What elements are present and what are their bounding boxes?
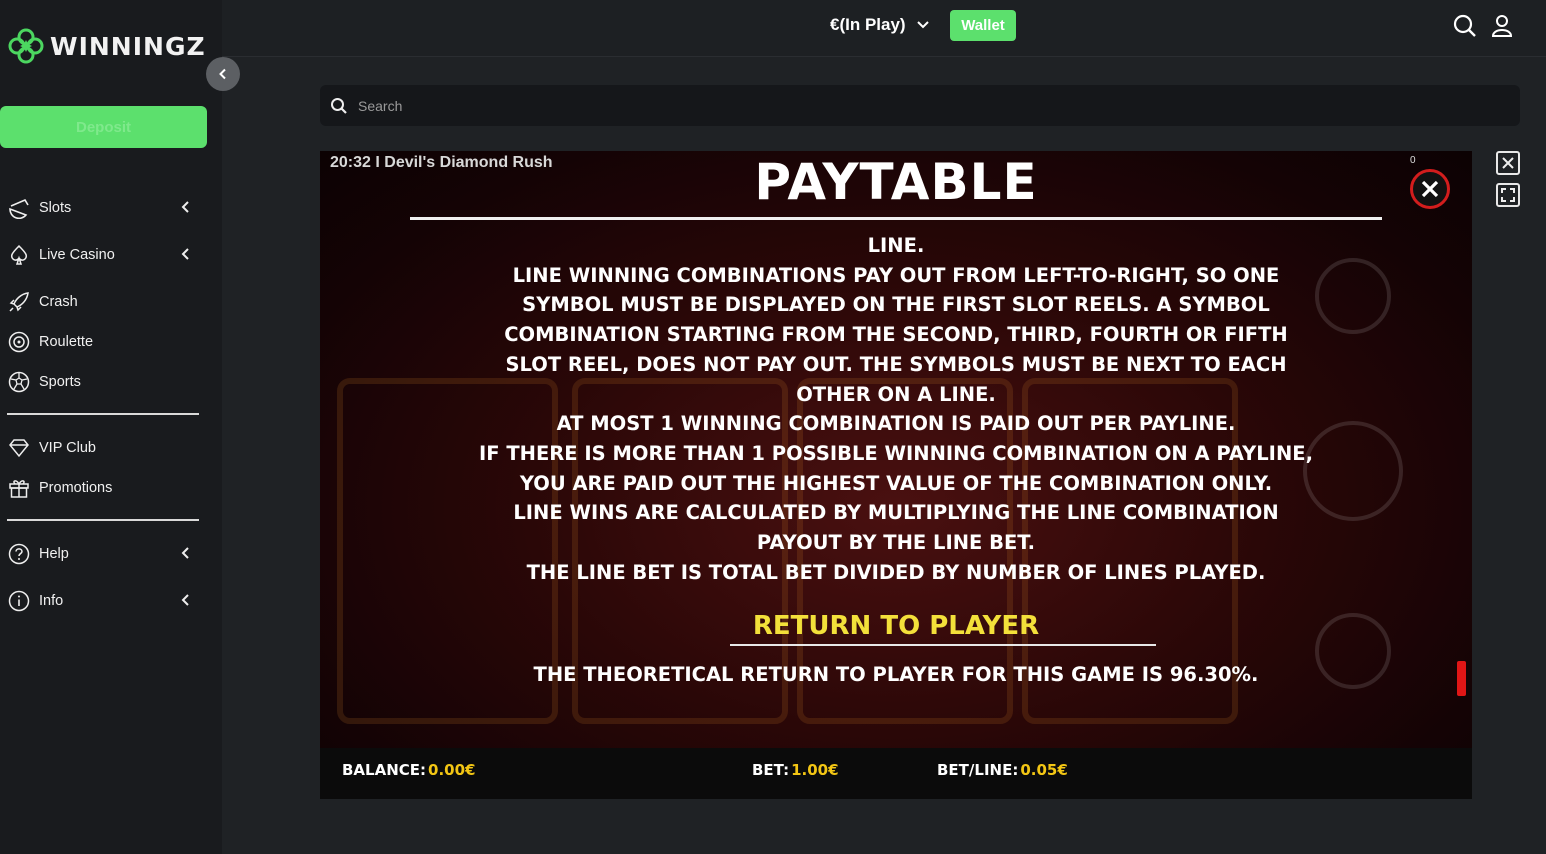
info-circle-icon (7, 589, 31, 613)
sidebar-item-label: Crash (39, 294, 78, 310)
wallet-button[interactable]: Wallet (950, 10, 1016, 41)
sidebar-item-info[interactable]: Info (7, 586, 199, 616)
game-footer: BALANCE: 0.00€ BET: 1.00€ BET/LINE: 0.05… (320, 748, 1472, 799)
paytable-line: LINE WINS ARE CALCULATED BY MULTIPLYING … (513, 501, 1279, 525)
chevron-down-icon (916, 21, 929, 29)
top-bar: €(In Play) Wallet (222, 0, 1546, 57)
soccer-ball-icon (7, 370, 31, 394)
balance-label: BALANCE: (342, 761, 427, 779)
search-icon (331, 97, 347, 114)
logo[interactable]: WINNINGZ (6, 26, 206, 66)
question-circle-icon (7, 542, 31, 566)
gift-icon (7, 476, 31, 500)
chevron-left-icon[interactable] (179, 247, 193, 261)
clover-logo-icon (8, 28, 44, 64)
game-frame[interactable]: 20:32 I Devil's Diamond Rush 0 PAYTABLE … (320, 151, 1472, 799)
fullscreen-icon (1501, 188, 1515, 202)
bet-display: BET: 1.00€ (752, 761, 839, 779)
user-icon[interactable] (1490, 13, 1514, 39)
sidebar-item-label: VIP Club (39, 440, 96, 456)
paytable-close-button[interactable] (1410, 169, 1450, 209)
fullscreen-button[interactable] (1496, 183, 1520, 207)
roulette-icon (7, 330, 31, 354)
sidebar-divider (7, 519, 199, 521)
bet-value: 1.00€ (791, 761, 839, 779)
sidebar-item-sports[interactable]: Sports (7, 367, 199, 397)
bet-label: BET: (752, 761, 790, 779)
sidebar-item-promotions[interactable]: Promotions (7, 473, 199, 503)
sidebar-item-label: Info (39, 593, 64, 609)
chevron-left-icon[interactable] (179, 200, 193, 214)
sidebar-item-crash[interactable]: Crash (7, 287, 199, 317)
sidebar-item-label: Help (39, 546, 69, 562)
rtp-divider (730, 644, 1156, 646)
balance-value: 0.00€ (428, 761, 476, 779)
search-bar[interactable] (320, 85, 1520, 126)
sidebar: WINNINGZ Deposit Slots Live Casino Crash… (0, 0, 222, 854)
search-input[interactable] (358, 97, 1458, 114)
rtp-title: RETURN TO PLAYER (752, 611, 1040, 641)
sidebar-item-roulette[interactable]: Roulette (7, 327, 199, 357)
chevron-left-icon[interactable] (179, 546, 193, 560)
balance-label: €(In Play) (830, 15, 906, 34)
sidebar-item-vip-club[interactable]: VIP Club (7, 433, 199, 463)
sidebar-item-label: Roulette (39, 334, 94, 350)
sidebar-item-label: Sports (39, 374, 81, 390)
paytable-body: LINE. LINE WINNING COMBINATIONS PAY OUT … (470, 231, 1322, 587)
bet-line-value: 0.05€ (1020, 761, 1068, 779)
paytable-line: THE LINE BET IS TOTAL BET DIVIDED BY NUM… (526, 560, 1266, 584)
bet-line-label: BET/LINE: (937, 761, 1019, 779)
sidebar-item-label: Live Casino (39, 247, 115, 263)
bet-line-display: BET/LINE: 0.05€ (937, 761, 1068, 779)
balance-display: BALANCE: 0.00€ (342, 761, 475, 779)
logo-text: WINNINGZ (50, 31, 206, 61)
sidebar-item-live-casino[interactable]: Live Casino (7, 240, 199, 270)
balance-dropdown[interactable]: €(In Play) (830, 15, 930, 35)
paytable-line: SYMBOL MUST BE DISPLAYED ON THE FIRST SL… (522, 293, 1270, 317)
paytable-scrollbar[interactable] (1457, 661, 1466, 696)
paytable-line: YOU ARE PAID OUT THE HIGHEST VALUE OF TH… (519, 471, 1273, 495)
paytable-line: SLOT REEL, DOES NOT PAY OUT. THE SYMBOLS… (505, 352, 1287, 376)
deposit-button[interactable]: Deposit (0, 106, 207, 148)
sidebar-item-label: Promotions (39, 480, 113, 496)
paytable-divider (410, 217, 1382, 220)
close-icon (1421, 180, 1439, 198)
watermelon-icon (7, 196, 31, 220)
paytable-line: AT MOST 1 WINNING COMBINATION IS PAID OU… (556, 412, 1236, 436)
collapse-sidebar-button[interactable] (206, 57, 240, 91)
paytable-line: LINE. (867, 234, 925, 257)
paytable-line: PAYOUT BY THE LINE BET. (756, 531, 1036, 555)
paytable-line: LINE WINNING COMBINATIONS PAY OUT FROM L… (512, 263, 1280, 287)
paytable-line: IF THERE IS MORE THAN 1 POSSIBLE WINNING… (478, 441, 1313, 465)
sidebar-item-slots[interactable]: Slots (7, 193, 199, 223)
paytable-title: PAYTABLE (754, 153, 1038, 211)
chevron-left-icon (219, 68, 226, 80)
search-icon[interactable] (1452, 13, 1478, 39)
paytable-line: OTHER ON A LINE. (796, 382, 996, 406)
sidebar-divider (7, 413, 199, 415)
rtp-text: THE THEORETICAL RETURN TO PLAYER FOR THI… (533, 663, 1259, 686)
paytable-line: COMBINATION STARTING FROM THE SECOND, TH… (504, 323, 1288, 347)
chevron-left-icon[interactable] (179, 593, 193, 607)
sidebar-item-help[interactable]: Help (7, 539, 199, 569)
close-game-button[interactable] (1496, 151, 1520, 175)
rocket-icon (7, 290, 31, 314)
close-icon (1502, 157, 1514, 169)
diamond-icon (7, 436, 31, 460)
spade-icon (7, 243, 31, 267)
sidebar-item-label: Slots (39, 200, 72, 216)
